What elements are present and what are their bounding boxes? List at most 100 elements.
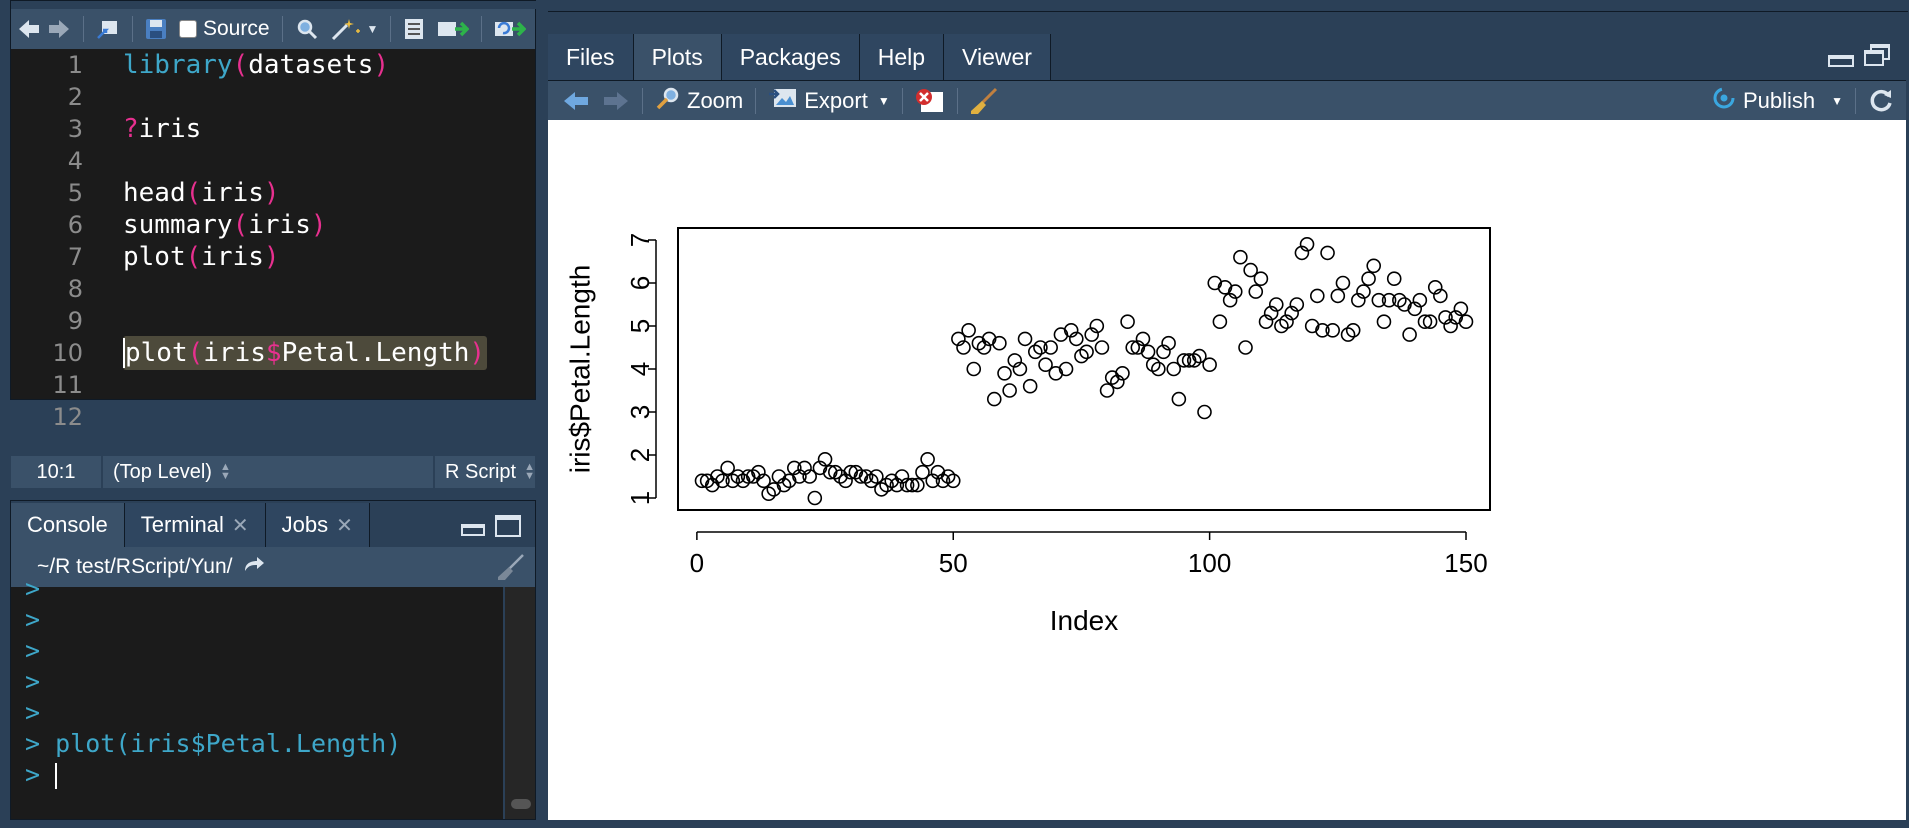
scrollbar-thumb[interactable] [511, 799, 531, 809]
x-axis-label: Index [1050, 605, 1119, 636]
console-tab-jobs[interactable]: Jobs ✕ [265, 503, 370, 547]
re-run-icon[interactable] [488, 9, 532, 49]
publish-button[interactable]: Publish ▼ [1705, 81, 1849, 120]
code-line[interactable] [123, 273, 535, 305]
chevron-down-icon: ▼ [877, 93, 890, 108]
highlighted-expression: plot(iris$Petal.Length) [123, 336, 488, 370]
dollar-operator: $ [265, 338, 282, 368]
prompt-symbol: > [25, 667, 56, 696]
remove-plot-icon[interactable] [909, 81, 951, 120]
console-pane: Console Terminal ✕ Jobs ✕ ~/R test/RScript/Y… [10, 500, 536, 820]
maximize-pane-icon[interactable] [495, 515, 521, 537]
console-tab-bar: Console Terminal ✕ Jobs ✕ [11, 501, 535, 547]
paren: ) [310, 210, 327, 240]
code-line[interactable] [123, 401, 535, 433]
x-tick-label: 150 [1444, 548, 1487, 578]
console-output[interactable]: > > > > > > plot(iris$Petal.Length) > [11, 574, 503, 819]
data-point [1366, 258, 1382, 274]
clear-all-plots-broom-icon[interactable] [964, 81, 1004, 120]
zoom-magnifier-icon [655, 85, 681, 117]
data-point [1335, 275, 1351, 291]
function-name: plot [123, 338, 188, 368]
minimize-pane-icon[interactable] [461, 524, 485, 536]
close-icon[interactable]: ✕ [232, 513, 249, 538]
argument: iris [201, 242, 264, 272]
code-line[interactable]: head(iris) [123, 177, 535, 209]
pane-window-controls [461, 515, 521, 537]
forward-arrow-icon[interactable] [47, 9, 77, 49]
data-point [807, 490, 823, 506]
run-lines-icon[interactable] [431, 9, 475, 49]
close-icon[interactable]: ✕ [336, 513, 353, 538]
zoom-label: Zoom [687, 87, 744, 113]
tab-plots[interactable]: Plots [633, 34, 722, 80]
checkbox-icon [179, 20, 197, 38]
find-replace-icon[interactable] [289, 9, 325, 49]
export-image-icon [768, 86, 798, 116]
restore-pane-icon[interactable] [1864, 44, 1892, 68]
x-tick-label: 100 [1188, 548, 1231, 578]
scope-selector[interactable]: (Top Level) ▲ ▼ [103, 461, 433, 484]
argument: datasets [248, 50, 374, 80]
code-line[interactable]: summary(iris) [123, 209, 535, 241]
code-line[interactable]: plot(iris$Petal.Length) [123, 336, 535, 370]
tab-files[interactable]: Files [548, 34, 634, 80]
console-line: > plot(iris$Petal.Length) [11, 728, 503, 759]
paren: ( [187, 338, 204, 368]
next-plot-icon[interactable] [596, 81, 636, 120]
paren: ) [263, 242, 280, 272]
minimize-pane-icon[interactable] [1828, 55, 1854, 67]
code-tools-wand-icon[interactable]: ▼ [325, 9, 385, 49]
line-number: 11 [52, 371, 83, 399]
data-point [1376, 314, 1392, 329]
source-on-save-checkbox[interactable]: Source [173, 9, 276, 49]
console-tab-console[interactable]: Console [11, 503, 125, 547]
console-scrollbar[interactable] [505, 587, 535, 819]
publish-label: Publish [1742, 87, 1816, 113]
prompt-symbol: > [25, 605, 56, 634]
y-tick-label: 1 [625, 491, 655, 505]
prompt-symbol: > [25, 574, 56, 603]
code-line[interactable] [123, 369, 535, 401]
data-point [1361, 271, 1376, 286]
code-line[interactable]: library(datasets) [123, 49, 535, 81]
code-line[interactable] [123, 305, 535, 337]
scatter-plot: 0 50 100 150 1 2 3 4 5 6 7 Index iris$Petal.Length [565, 227, 1491, 636]
tab-packages[interactable]: Packages [721, 34, 860, 80]
line-number: 5 [67, 179, 83, 207]
tab-label: Help [877, 43, 926, 70]
show-in-new-window-icon[interactable] [90, 9, 126, 49]
code-line[interactable]: plot(iris) [123, 241, 535, 273]
data-point [1330, 288, 1346, 304]
filetype-label: R Script [444, 460, 517, 483]
console-tab-terminal[interactable]: Terminal ✕ [124, 503, 266, 547]
refresh-icon[interactable] [1862, 81, 1906, 120]
data-point [997, 366, 1012, 381]
paren: ) [263, 178, 280, 208]
save-icon[interactable] [139, 9, 173, 49]
previous-plot-icon[interactable] [548, 81, 596, 120]
tab-viewer[interactable]: Viewer [944, 34, 1051, 80]
code-line[interactable]: ?iris [123, 113, 535, 145]
y-tick-label: 7 [625, 233, 655, 247]
x-tick-label: 0 [690, 548, 704, 578]
zoom-button[interactable]: Zoom [649, 81, 749, 120]
export-menu-button[interactable]: Export ▼ [762, 81, 895, 120]
console-line: > [11, 666, 503, 697]
code-editor[interactable]: library(datasets) ?iris head(iris) summar… [123, 49, 535, 433]
console-command: plot(iris$Petal.Length) [55, 729, 402, 758]
code-line[interactable] [123, 81, 535, 113]
back-arrow-icon[interactable] [11, 9, 47, 49]
data-point [1197, 404, 1212, 420]
editor-toolbar: Source ▼ [11, 9, 535, 49]
source-editor-pane: Source ▼ 1 2 3 4 5 6 7 8 9 10 11 12 library(dataset… [10, 0, 537, 488]
filetype-selector[interactable]: R Script ▲ ▼ [435, 461, 535, 484]
paren: ) [373, 50, 390, 80]
compile-report-icon[interactable] [397, 9, 431, 49]
tab-help[interactable]: Help [859, 34, 945, 80]
paren: ( [232, 50, 249, 80]
line-number: 4 [67, 147, 83, 175]
prompt-symbol: > [25, 729, 56, 758]
scope-label: (Top Level) [113, 460, 212, 483]
code-line[interactable] [123, 145, 535, 177]
